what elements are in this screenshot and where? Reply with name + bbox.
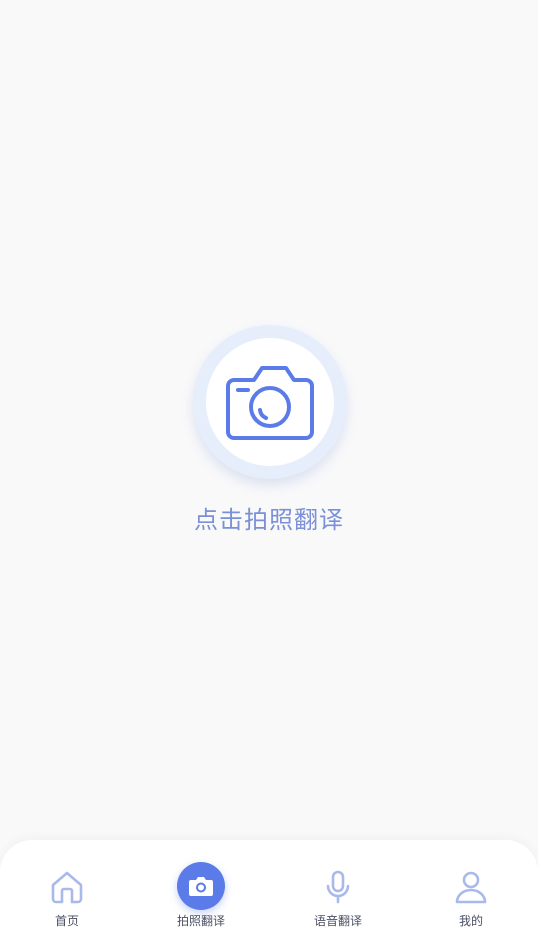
tab-photo-translate[interactable]: 拍照翻译 — [134, 840, 268, 947]
take-photo-label: 点击拍照翻译 — [194, 506, 344, 534]
camera-icon — [226, 366, 314, 440]
take-photo-button-inner[interactable] — [206, 338, 334, 466]
tab-home[interactable]: 首页 — [0, 840, 134, 947]
take-photo-button[interactable] — [193, 325, 347, 479]
user-icon — [453, 869, 489, 905]
home-icon — [49, 869, 85, 905]
bottom-tab-bar: 首页 拍照翻译 语音翻译 我的 — [0, 840, 538, 947]
tab-voice-translate[interactable]: 语音翻译 — [271, 840, 405, 947]
tab-profile[interactable]: 我的 — [404, 840, 538, 947]
tab-profile-label: 我的 — [458, 914, 483, 928]
tab-photo-translate-label: 拍照翻译 — [176, 914, 225, 928]
tab-home-label: 首页 — [54, 914, 79, 928]
microphone-icon — [320, 869, 356, 905]
main-content: 点击拍照翻译 — [0, 0, 538, 840]
camera-icon — [189, 877, 213, 896]
tab-voice-translate-label: 语音翻译 — [313, 914, 362, 928]
tab-photo-translate-active-indicator — [177, 862, 225, 910]
